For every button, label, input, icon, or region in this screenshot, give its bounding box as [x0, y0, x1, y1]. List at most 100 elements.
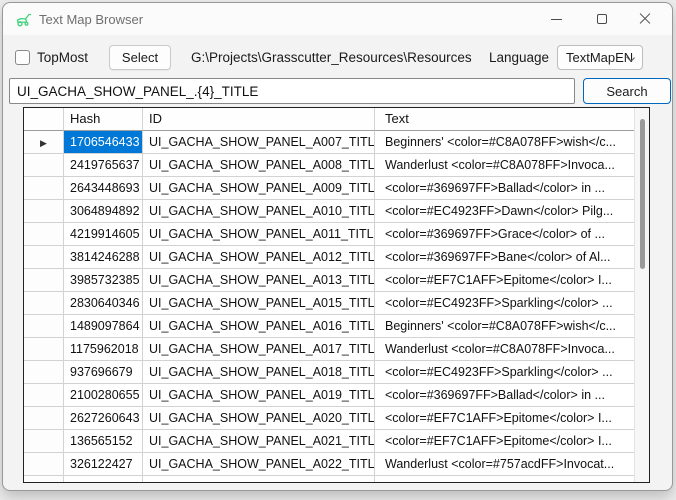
minimize-button[interactable] [534, 4, 579, 34]
search-button[interactable]: Search [583, 78, 671, 104]
language-dropdown[interactable]: TextMapEN [557, 45, 643, 70]
close-button[interactable] [622, 4, 667, 34]
id-cell[interactable]: UI_GACHA_SHOW_PANEL_A019_TITLE [143, 384, 375, 407]
title-bar[interactable]: Text Map Browser [3, 3, 672, 35]
hash-cell[interactable] [64, 476, 143, 483]
search-input[interactable] [9, 78, 575, 104]
table-row[interactable]: 2643448693UI_GACHA_SHOW_PANEL_A009_TITLE… [24, 177, 634, 200]
app-window: Text Map Browser TopMost Select G:\Proje… [2, 2, 673, 491]
hash-cell[interactable]: 326122427 [64, 453, 143, 476]
column-header-hash[interactable]: Hash [64, 108, 143, 131]
row-header-cell[interactable] [24, 269, 64, 292]
row-header-cell[interactable] [24, 476, 64, 483]
row-header-cell[interactable] [24, 200, 64, 223]
id-cell[interactable]: UI_GACHA_SHOW_PANEL_A009_TITLE [143, 177, 375, 200]
text-cell[interactable]: <color=#EF7C1AFF>Epitome</color> I... [375, 430, 634, 453]
hash-cell[interactable]: 1706546433 [64, 131, 143, 154]
id-cell[interactable] [143, 476, 375, 483]
text-cell[interactable]: <color=#EF7C1AFF>Epitome</color> I... [375, 407, 634, 430]
row-header-cell[interactable] [24, 430, 64, 453]
hash-cell[interactable]: 4219914605 [64, 223, 143, 246]
table-row[interactable]: 3064894892UI_GACHA_SHOW_PANEL_A010_TITLE… [24, 200, 634, 223]
table-row[interactable]: 1489097864UI_GACHA_SHOW_PANEL_A016_TITLE… [24, 315, 634, 338]
row-header-cell[interactable] [24, 384, 64, 407]
text-cell[interactable]: Beginners' <color=#C8A078FF>wish</c... [375, 315, 634, 338]
text-cell[interactable]: <color=#369697FF>Bane</color> of Al... [375, 246, 634, 269]
hash-cell[interactable]: 1489097864 [64, 315, 143, 338]
text-cell[interactable]: Wanderlust <color=#C8A078FF>Invoca... [375, 154, 634, 177]
screen: Text Map Browser TopMost Select G:\Proje… [0, 0, 676, 500]
id-cell[interactable]: UI_GACHA_SHOW_PANEL_A018_TITLE [143, 361, 375, 384]
id-cell[interactable]: UI_GACHA_SHOW_PANEL_A011_TITLE [143, 223, 375, 246]
row-header-cell[interactable] [24, 361, 64, 384]
id-cell[interactable]: UI_GACHA_SHOW_PANEL_A010_TITLE [143, 200, 375, 223]
id-cell[interactable]: UI_GACHA_SHOW_PANEL_A016_TITLE [143, 315, 375, 338]
table-row-partial[interactable] [24, 476, 634, 483]
hash-cell[interactable]: 3814246288 [64, 246, 143, 269]
table-row[interactable]: 2830640346UI_GACHA_SHOW_PANEL_A015_TITLE… [24, 292, 634, 315]
row-header-cell[interactable] [24, 223, 64, 246]
table-row[interactable]: 3814246288UI_GACHA_SHOW_PANEL_A012_TITLE… [24, 246, 634, 269]
row-header-cell[interactable] [24, 292, 64, 315]
hash-cell[interactable]: 2830640346 [64, 292, 143, 315]
table-row[interactable]: ▶1706546433UI_GACHA_SHOW_PANEL_A007_TITL… [24, 131, 634, 154]
row-header-cell[interactable]: ▶ [24, 131, 64, 154]
id-cell[interactable]: UI_GACHA_SHOW_PANEL_A021_TITLE [143, 430, 375, 453]
column-header-id[interactable]: ID [143, 108, 375, 131]
text-cell[interactable]: <color=#EF7C1AFF>Epitome</color> I... [375, 269, 634, 292]
row-header-cell[interactable] [24, 246, 64, 269]
hash-cell[interactable]: 3064894892 [64, 200, 143, 223]
table-row[interactable]: 326122427UI_GACHA_SHOW_PANEL_A022_TITLEW… [24, 453, 634, 476]
table-row[interactable]: 2419765637UI_GACHA_SHOW_PANEL_A008_TITLE… [24, 154, 634, 177]
text-cell[interactable] [375, 476, 634, 483]
row-header-cell[interactable] [24, 407, 64, 430]
row-header-cell[interactable] [24, 315, 64, 338]
topmost-checkbox[interactable] [15, 50, 30, 65]
text-cell[interactable]: <color=#EC4923FF>Dawn</color> Pilg... [375, 200, 634, 223]
table-row[interactable]: 3985732385UI_GACHA_SHOW_PANEL_A013_TITLE… [24, 269, 634, 292]
grasscutter-app-icon [15, 11, 32, 28]
table-row[interactable]: 2627260643UI_GACHA_SHOW_PANEL_A020_TITLE… [24, 407, 634, 430]
table-row[interactable]: 2100280655UI_GACHA_SHOW_PANEL_A019_TITLE… [24, 384, 634, 407]
hash-cell[interactable]: 2419765637 [64, 154, 143, 177]
row-header-cell[interactable] [24, 177, 64, 200]
vertical-scrollbar[interactable] [634, 108, 649, 482]
text-cell[interactable]: <color=#369697FF>Grace</color> of ... [375, 223, 634, 246]
hash-cell[interactable]: 136565152 [64, 430, 143, 453]
id-cell[interactable]: UI_GACHA_SHOW_PANEL_A013_TITLE [143, 269, 375, 292]
column-header-text[interactable]: Text [375, 108, 634, 131]
maximize-button[interactable] [579, 4, 624, 34]
id-cell[interactable]: UI_GACHA_SHOW_PANEL_A022_TITLE [143, 453, 375, 476]
table-row[interactable]: 1175962018UI_GACHA_SHOW_PANEL_A017_TITLE… [24, 338, 634, 361]
row-header-cell[interactable] [24, 154, 64, 177]
select-button[interactable]: Select [109, 45, 171, 70]
scrollbar-thumb[interactable] [640, 119, 645, 269]
hash-cell[interactable]: 3985732385 [64, 269, 143, 292]
maximize-icon [597, 14, 607, 24]
id-cell[interactable]: UI_GACHA_SHOW_PANEL_A015_TITLE [143, 292, 375, 315]
table-header-row: Hash ID Text [24, 108, 634, 131]
hash-cell[interactable]: 1175962018 [64, 338, 143, 361]
hash-cell[interactable]: 2627260643 [64, 407, 143, 430]
id-cell[interactable]: UI_GACHA_SHOW_PANEL_A020_TITLE [143, 407, 375, 430]
id-cell[interactable]: UI_GACHA_SHOW_PANEL_A012_TITLE [143, 246, 375, 269]
corner-header-cell[interactable] [24, 108, 64, 131]
text-cell[interactable]: <color=#EC4923FF>Sparkling</color> ... [375, 361, 634, 384]
text-cell[interactable]: <color=#369697FF>Ballad</color> in ... [375, 384, 634, 407]
text-cell[interactable]: <color=#369697FF>Ballad</color> in ... [375, 177, 634, 200]
text-cell[interactable]: Wanderlust <color=#757acdFF>Invocat... [375, 453, 634, 476]
row-header-cell[interactable] [24, 453, 64, 476]
table-row[interactable]: 937696679UI_GACHA_SHOW_PANEL_A018_TITLE<… [24, 361, 634, 384]
table-row[interactable]: 136565152UI_GACHA_SHOW_PANEL_A021_TITLE<… [24, 430, 634, 453]
table-row[interactable]: 4219914605UI_GACHA_SHOW_PANEL_A011_TITLE… [24, 223, 634, 246]
text-cell[interactable]: Wanderlust <color=#C8A078FF>Invoca... [375, 338, 634, 361]
id-cell[interactable]: UI_GACHA_SHOW_PANEL_A007_TITLE [143, 131, 375, 154]
hash-cell[interactable]: 937696679 [64, 361, 143, 384]
text-cell[interactable]: <color=#EC4923FF>Sparkling</color> ... [375, 292, 634, 315]
id-cell[interactable]: UI_GACHA_SHOW_PANEL_A017_TITLE [143, 338, 375, 361]
text-cell[interactable]: Beginners' <color=#C8A078FF>wish</c... [375, 131, 634, 154]
hash-cell[interactable]: 2643448693 [64, 177, 143, 200]
hash-cell[interactable]: 2100280655 [64, 384, 143, 407]
id-cell[interactable]: UI_GACHA_SHOW_PANEL_A008_TITLE [143, 154, 375, 177]
row-header-cell[interactable] [24, 338, 64, 361]
